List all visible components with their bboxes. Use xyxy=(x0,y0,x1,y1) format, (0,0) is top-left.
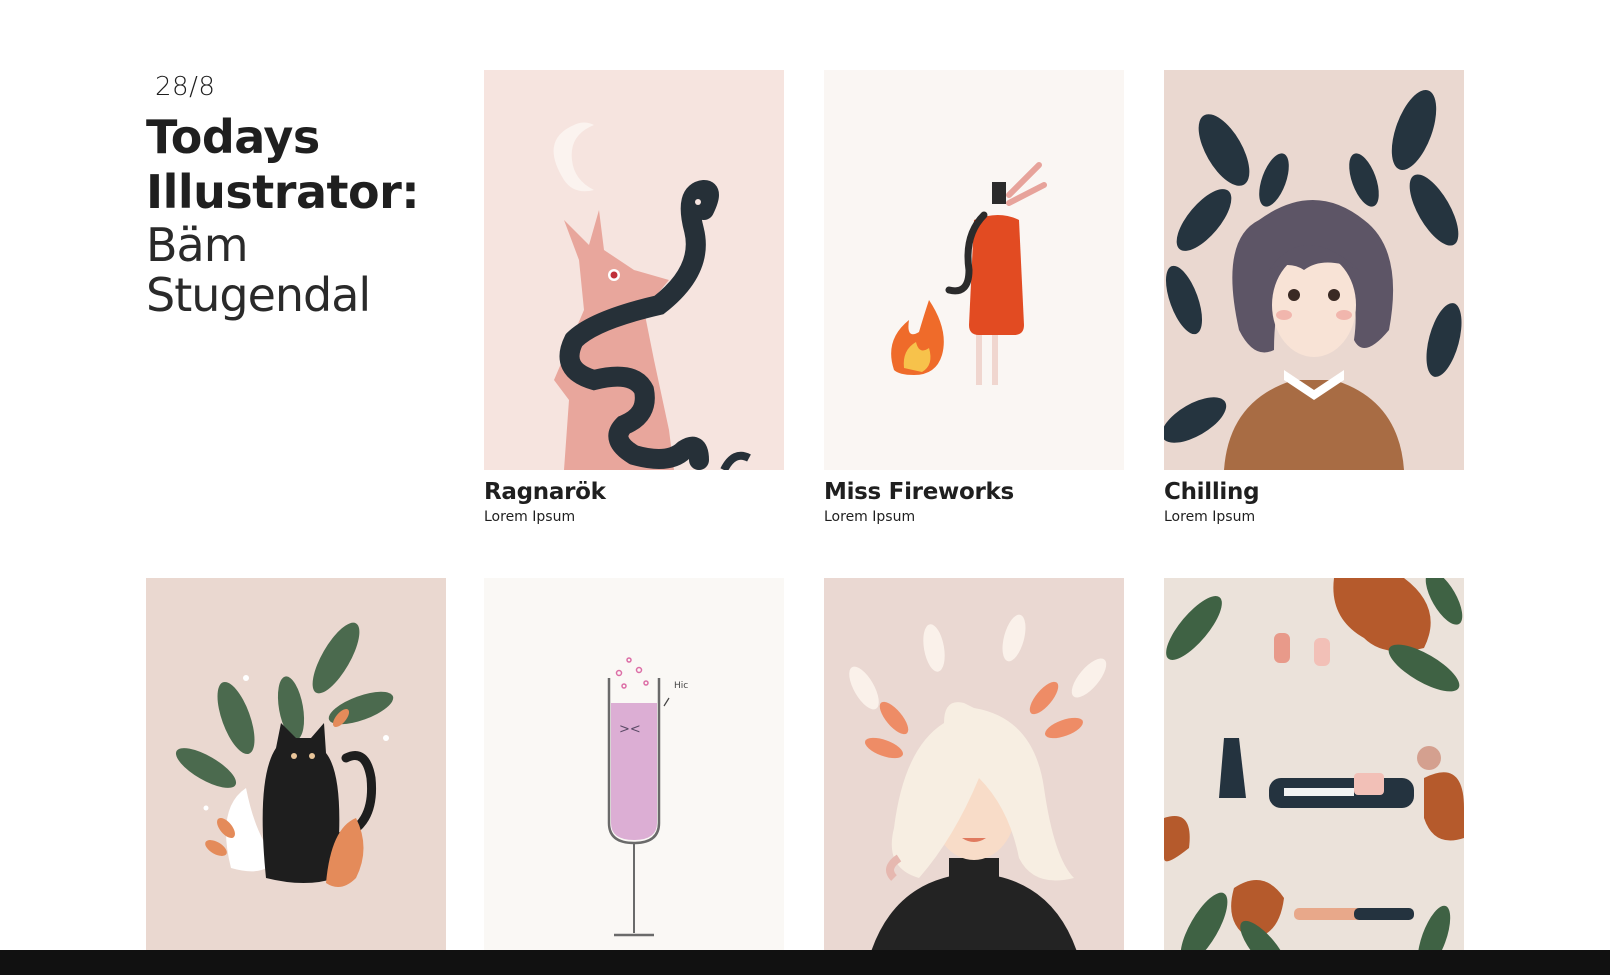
hic-caption: Hic xyxy=(674,681,688,691)
gallery-card-couples-leisure[interactable] xyxy=(1164,578,1464,950)
title-line-2: Illustrator: xyxy=(146,165,420,219)
black-cat-illustration[interactable] xyxy=(146,578,446,950)
card-subtitle: Lorem Ipsum xyxy=(1164,509,1256,525)
card-title: Ragnarök xyxy=(484,479,606,505)
gallery-card-chilling[interactable]: Chilling Lorem Ipsum xyxy=(1164,70,1464,525)
feature-date: 28/8 xyxy=(155,72,216,102)
illustrator-name: Bäm Stugendal xyxy=(146,218,371,322)
bottom-edge xyxy=(0,950,1610,975)
gallery-card-blonde-woman[interactable] xyxy=(824,578,1124,950)
champagne-glass-illustration[interactable]: >< Hic xyxy=(484,578,784,950)
card-subtitle: Lorem Ipsum xyxy=(824,509,916,525)
illustrator-intro: 28/8 Todays Illustrator: Bäm Stugendal xyxy=(146,72,446,320)
card-title: Miss Fireworks xyxy=(824,479,1014,505)
fire-extinguisher-illustration[interactable] xyxy=(824,70,1124,470)
svg-text:><: >< xyxy=(619,722,641,737)
blonde-woman-illustration[interactable] xyxy=(824,578,1124,950)
gallery-card-black-cat[interactable] xyxy=(146,578,446,950)
page-title: Todays Illustrator: xyxy=(146,110,446,220)
dragon-snake-illustration[interactable] xyxy=(484,70,784,470)
couples-leisure-illustration[interactable] xyxy=(1164,578,1464,950)
girl-with-leaves-illustration[interactable] xyxy=(1164,70,1464,470)
gallery-card-miss-fireworks[interactable]: Miss Fireworks Lorem Ipsum xyxy=(824,70,1124,525)
card-title: Chilling xyxy=(1164,479,1260,505)
card-subtitle: Lorem Ipsum xyxy=(484,509,576,525)
gallery-card-champagne[interactable]: >< Hic xyxy=(484,578,784,950)
title-line-1: Todays xyxy=(146,110,320,164)
gallery-card-ragnarok[interactable]: Ragnarök Lorem Ipsum xyxy=(484,70,784,525)
